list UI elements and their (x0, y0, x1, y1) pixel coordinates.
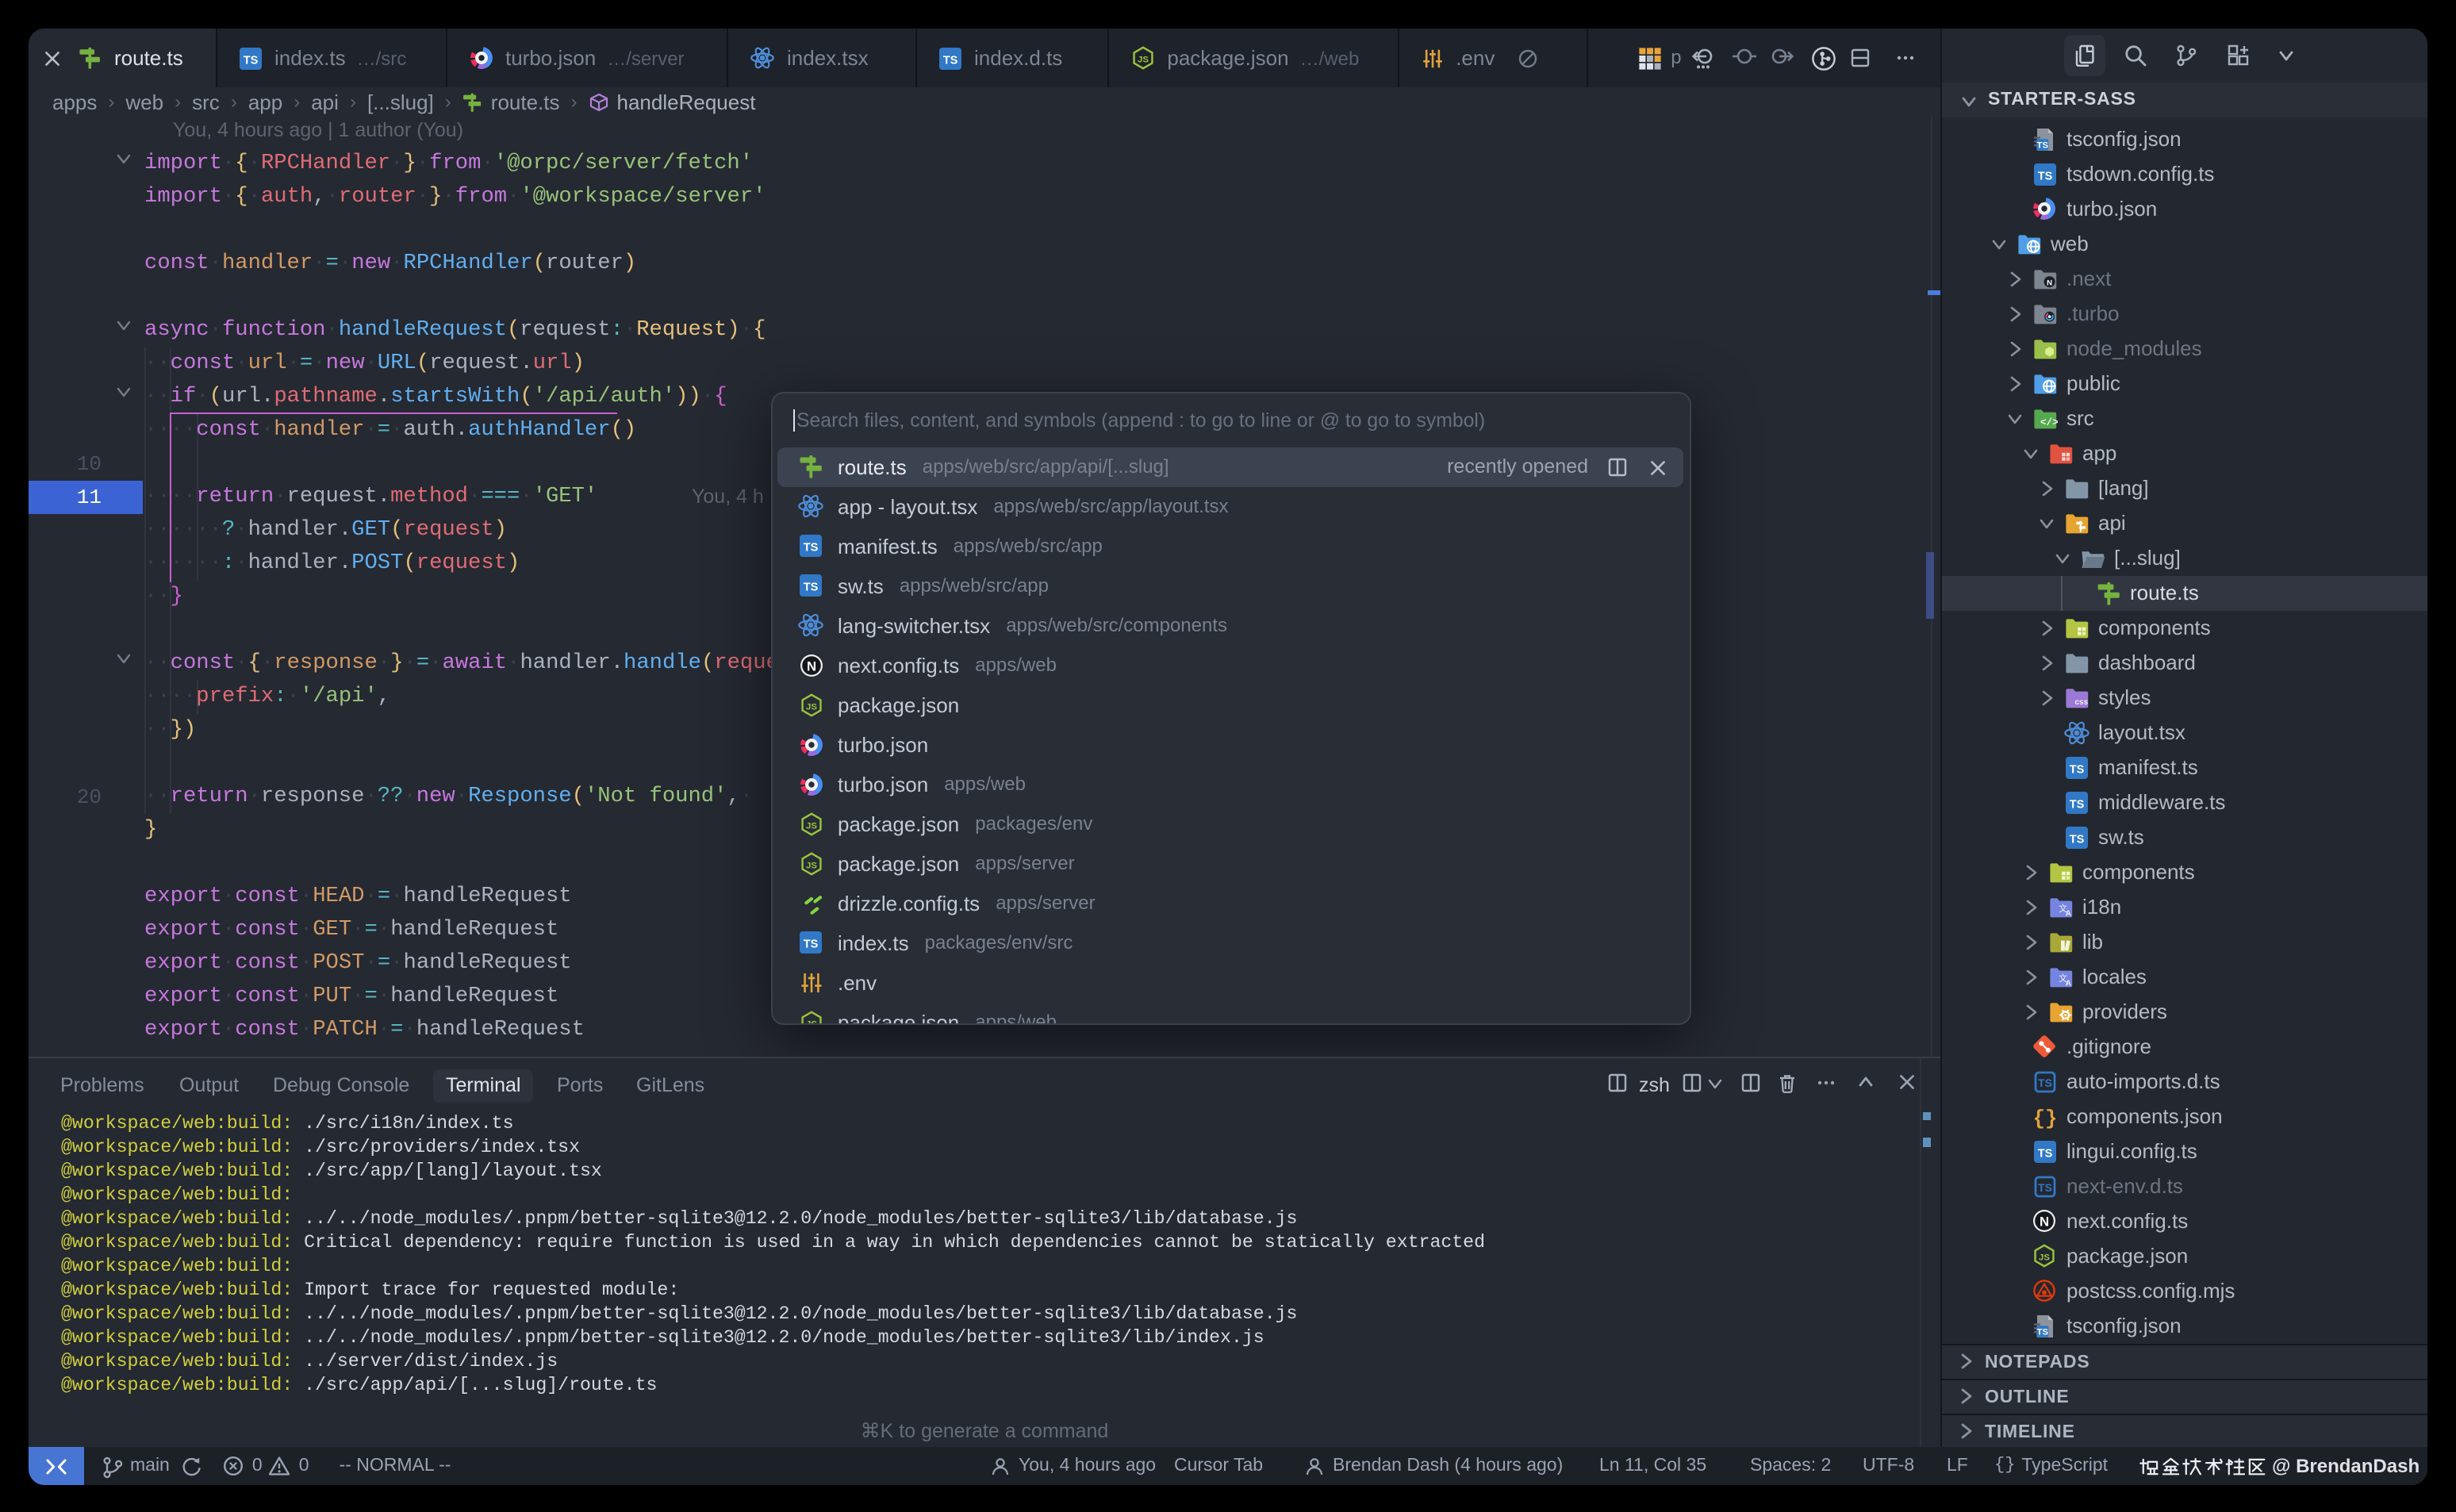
svg-text:TS: TS (804, 581, 819, 594)
svg-text:A: A (2065, 978, 2070, 987)
svg-text:TS: TS (2037, 1147, 2052, 1160)
svg-text:N: N (806, 658, 815, 673)
svg-text:TS: TS (244, 54, 259, 67)
svg-text:JS: JS (805, 820, 816, 830)
svg-text:TS: TS (2036, 1326, 2048, 1336)
svg-text:TS: TS (2069, 833, 2084, 846)
svg-text:JS: JS (1137, 55, 1148, 64)
svg-text:TS: TS (943, 54, 958, 67)
svg-text:JS: JS (805, 701, 816, 711)
svg-text:JS: JS (805, 1019, 816, 1025)
svg-text:TS: TS (804, 542, 819, 555)
svg-text:JS: JS (805, 860, 816, 869)
svg-text:JS: JS (2039, 1253, 2050, 1262)
svg-text:TS: TS (2037, 170, 2052, 182)
svg-text:</>: </> (2040, 416, 2057, 428)
svg-text:N: N (2046, 278, 2051, 286)
svg-text:N: N (2040, 1214, 2049, 1229)
svg-text:{}: {} (2032, 1107, 2057, 1129)
svg-text:TS: TS (804, 938, 819, 951)
svg-text:A: A (2065, 908, 2070, 917)
svg-text:TS: TS (2069, 798, 2084, 811)
svg-text:TS: TS (2069, 763, 2084, 776)
svg-text:TS: TS (2036, 140, 2048, 149)
svg-text:TS: TS (2037, 1076, 2051, 1088)
svg-text:css: css (2074, 697, 2087, 706)
svg-text:TS: TS (2037, 1180, 2051, 1193)
